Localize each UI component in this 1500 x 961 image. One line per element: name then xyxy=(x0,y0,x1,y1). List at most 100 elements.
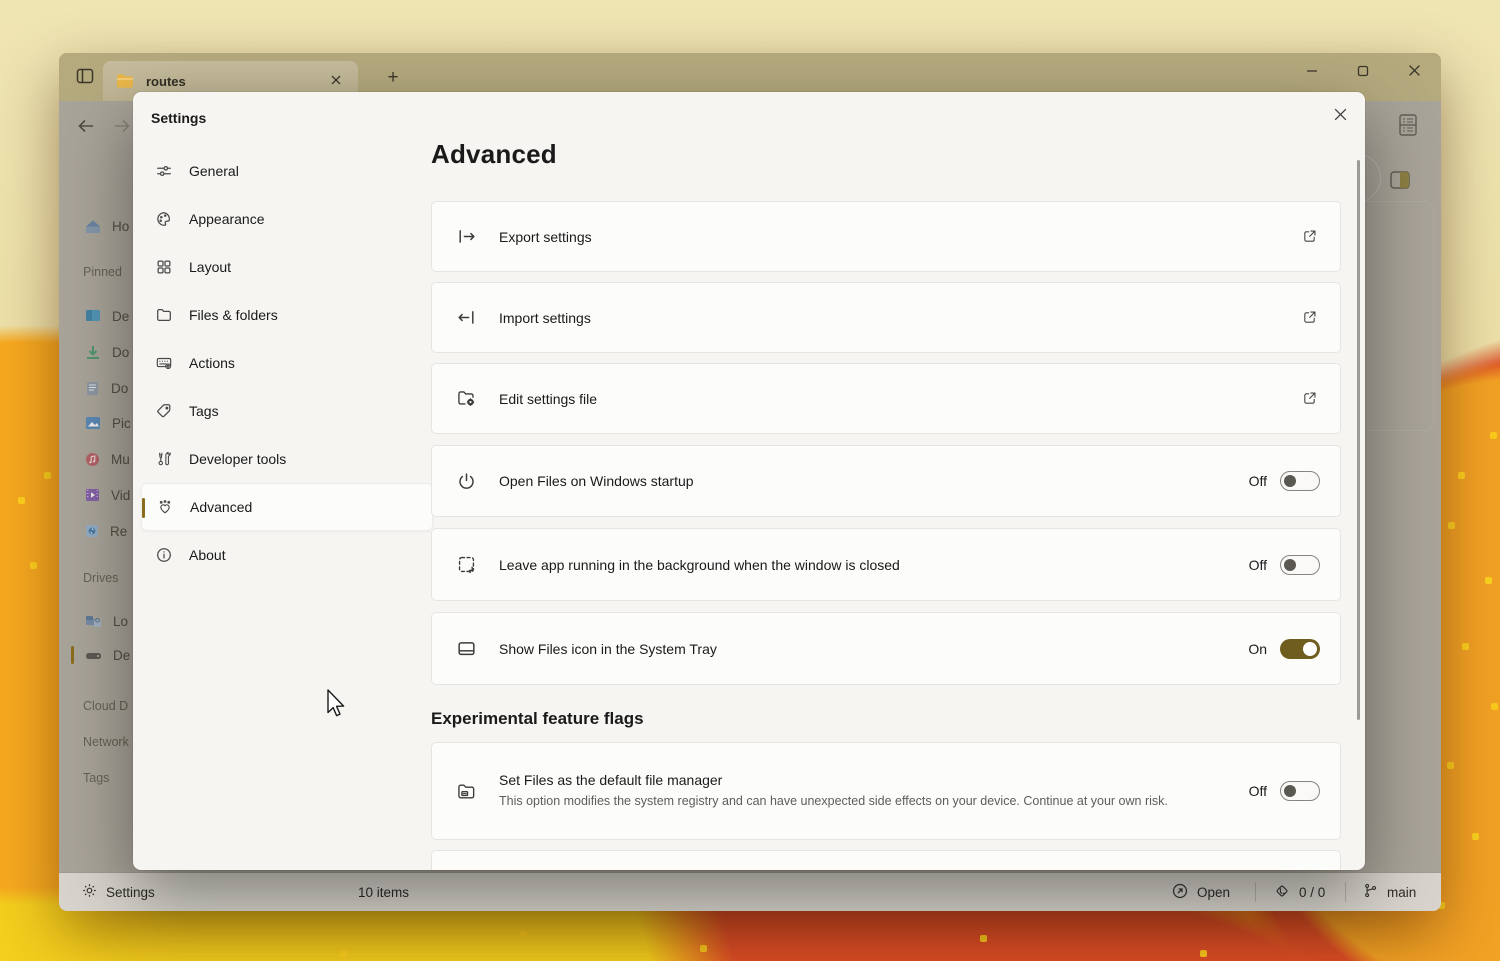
back-arrow-icon[interactable] xyxy=(75,115,97,137)
card-edit-settings-file[interactable]: Edit settings file xyxy=(431,363,1341,434)
mouse-cursor xyxy=(322,688,348,727)
sidebar-item-music[interactable]: Mu xyxy=(85,446,130,472)
sidebar-section-cloud-drives: Cloud D xyxy=(83,699,128,713)
dev-drive-icon xyxy=(85,649,102,662)
keyboard-gear-icon xyxy=(155,354,173,372)
home-icon xyxy=(85,219,101,234)
settings-dialog: Settings General Appearance Layout xyxy=(133,92,1365,870)
settings-nav: General Appearance Layout Files & folder… xyxy=(141,147,433,579)
card-export-settings[interactable]: Export settings xyxy=(431,201,1341,272)
recycle-bin-icon xyxy=(85,524,99,538)
statusbar-divider xyxy=(1345,882,1346,902)
sliders-icon xyxy=(155,162,173,180)
plus-icon: + xyxy=(387,67,398,89)
sidebar-item-documents[interactable]: Do xyxy=(85,375,128,401)
documents-icon xyxy=(85,381,100,396)
card-open-on-startup: Open Files on Windows startup Off xyxy=(431,445,1341,517)
preview-pane-toggle-icon[interactable] xyxy=(1387,168,1413,197)
toggle-state-label: On xyxy=(1248,641,1267,657)
close-icon xyxy=(1408,64,1421,82)
gear-icon xyxy=(81,882,98,902)
statusbar-item-count: 10 items xyxy=(358,873,409,911)
sidebar-item-pictures[interactable]: Pic xyxy=(85,410,131,436)
minimize-icon xyxy=(1306,64,1318,82)
details-list-icon[interactable] xyxy=(1396,112,1420,143)
toggle-state-label: Off xyxy=(1249,557,1267,573)
default-file-manager-toggle[interactable] xyxy=(1280,781,1320,801)
local-disk-icon xyxy=(85,614,102,628)
sidebar-toggle-button[interactable] xyxy=(69,63,101,93)
sidebar-item-home[interactable]: Ho xyxy=(85,213,129,239)
close-icon xyxy=(1333,107,1348,127)
nav-item-developer-tools[interactable]: Developer tools xyxy=(141,435,433,483)
statusbar-git-changes[interactable]: 0 / 0 xyxy=(1273,873,1325,911)
music-icon xyxy=(85,452,100,467)
sidebar-item-dev-drive[interactable]: De xyxy=(85,642,130,668)
system-tray-icon xyxy=(456,638,477,659)
sidebar-item-videos[interactable]: Vid xyxy=(85,482,130,508)
videos-icon xyxy=(85,488,100,502)
dashed-frame-arrow-icon xyxy=(456,554,477,575)
statusbar-open-button[interactable]: Open xyxy=(1171,873,1230,911)
statusbar-branch[interactable]: main xyxy=(1362,873,1416,911)
maximize-button[interactable] xyxy=(1340,56,1386,90)
selection-indicator xyxy=(71,646,74,664)
pictures-icon xyxy=(85,416,101,430)
nav-item-files-folders[interactable]: Files & folders xyxy=(141,291,433,339)
palette-icon xyxy=(155,210,173,228)
close-window-button[interactable] xyxy=(1391,56,1437,90)
nav-item-general[interactable]: General xyxy=(141,147,433,195)
tab-title: routes xyxy=(146,74,186,89)
open-external-icon xyxy=(1301,309,1318,326)
downloads-icon xyxy=(85,345,101,360)
wallpaper-speckles xyxy=(0,0,7,7)
git-changes-diamond-icon xyxy=(1273,882,1291,903)
folder-gear-icon xyxy=(456,388,477,409)
grid-icon xyxy=(155,258,173,276)
startup-toggle[interactable] xyxy=(1280,471,1320,491)
card-title: Set Files as the default file manager xyxy=(499,772,1168,788)
dialog-close-button[interactable] xyxy=(1321,101,1359,133)
nav-item-advanced-selected[interactable]: Advanced xyxy=(141,483,433,531)
new-tab-button[interactable]: + xyxy=(377,65,409,91)
sidebar-section-pinned: Pinned xyxy=(83,265,122,279)
card-background-running: Leave app running in the background when… xyxy=(431,528,1341,601)
nav-item-layout[interactable]: Layout xyxy=(141,243,433,291)
sidebar-item-local-disk[interactable]: Lo xyxy=(85,608,128,634)
card-import-settings[interactable]: Import settings xyxy=(431,282,1341,353)
card-system-tray: Show Files icon in the System Tray On xyxy=(431,612,1341,685)
forward-arrow-icon[interactable] xyxy=(111,115,133,137)
import-arrow-icon xyxy=(456,307,477,328)
toggle-state-label: Off xyxy=(1249,783,1267,799)
nav-item-tags[interactable]: Tags xyxy=(141,387,433,435)
info-icon xyxy=(155,546,173,564)
sidebar-item-desktop[interactable]: De xyxy=(85,303,129,329)
desktop-wallpaper: routes + xyxy=(0,0,1500,961)
open-circle-arrow-icon xyxy=(1171,882,1189,903)
statusbar-settings[interactable]: Settings xyxy=(81,873,155,911)
tab-close-button[interactable] xyxy=(324,70,348,92)
sidebar-section-network: Network xyxy=(83,735,129,749)
selection-indicator xyxy=(142,498,145,518)
minimize-button[interactable] xyxy=(1289,56,1335,90)
sidebar-section-drives: Drives xyxy=(83,571,118,585)
sidebar-item-recycle-bin[interactable]: Re xyxy=(85,518,127,544)
card-default-file-manager: Set Files as the default file manager Th… xyxy=(431,742,1341,840)
background-toggle[interactable] xyxy=(1280,555,1320,575)
tag-icon xyxy=(155,402,173,420)
sidebar-item-downloads[interactable]: Do xyxy=(85,339,129,365)
nav-item-actions[interactable]: Actions xyxy=(141,339,433,387)
system-tray-toggle[interactable] xyxy=(1280,639,1320,659)
dialog-scrollbar[interactable] xyxy=(1357,160,1360,720)
folder-icon xyxy=(155,306,173,324)
close-icon xyxy=(330,74,342,89)
heart-dots-icon xyxy=(156,498,174,516)
nav-item-about[interactable]: About xyxy=(141,531,433,579)
git-branch-icon xyxy=(1362,882,1379,902)
statusbar-divider xyxy=(1255,882,1256,902)
open-external-icon xyxy=(1301,228,1318,245)
nav-item-appearance[interactable]: Appearance xyxy=(141,195,433,243)
card-description: This option modifies the system registry… xyxy=(499,792,1168,810)
page-title: Advanced xyxy=(431,139,557,170)
section-header-experimental: Experimental feature flags xyxy=(431,709,644,729)
